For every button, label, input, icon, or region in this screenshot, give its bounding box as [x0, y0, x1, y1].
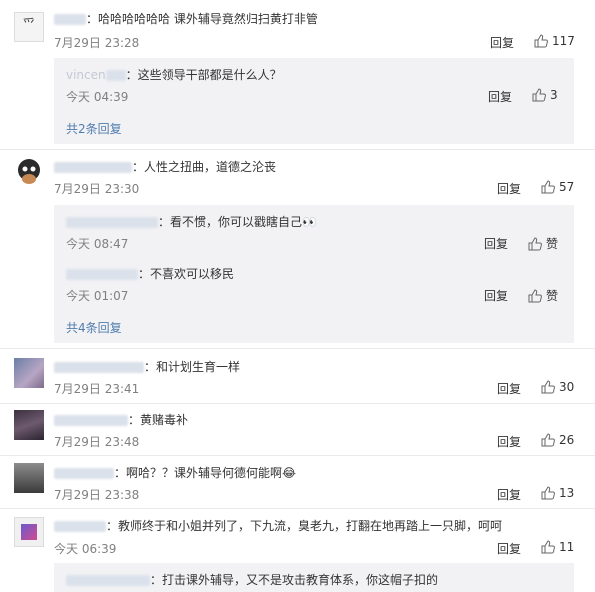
comment-5-time: 7月29日 23:38 — [54, 488, 140, 502]
like-button[interactable]: 13 — [541, 486, 574, 500]
like-button[interactable]: 赞 — [528, 235, 558, 252]
sub-comment-text: ：不喜欢可以移民 — [66, 265, 234, 282]
username-blurred[interactable] — [66, 269, 138, 280]
avatar[interactable] — [14, 463, 44, 493]
username-blurred[interactable] — [54, 415, 128, 426]
comment-2-time: 7月29日 23:30 — [54, 182, 140, 196]
thumbs-up-icon — [541, 433, 555, 447]
reply-button[interactable]: 回复 — [484, 287, 508, 304]
like-button[interactable]: 57 — [541, 180, 574, 194]
thumbs-up-icon — [528, 289, 542, 303]
reply-button[interactable]: 回复 — [488, 88, 512, 105]
thumbs-up-icon — [541, 380, 555, 394]
username-blurred[interactable]: vincen — [66, 68, 106, 82]
avatar[interactable]: 爫 — [14, 12, 44, 42]
thumbs-up-icon — [541, 540, 555, 554]
username-blurred[interactable] — [66, 575, 150, 586]
like-button[interactable]: 赞 — [528, 287, 558, 304]
username-blurred[interactable] — [54, 162, 132, 173]
divider — [0, 508, 595, 509]
username-blurred[interactable] — [66, 217, 158, 228]
reply-button[interactable]: 回复 — [490, 34, 514, 51]
reply-button[interactable]: 回复 — [497, 433, 521, 450]
divider — [0, 455, 595, 456]
expand-replies-link[interactable]: 共4条回复 — [66, 319, 122, 336]
sub-comment-text: vincen ：这些领导干部都是什么人？ — [66, 68, 282, 82]
username-blurred[interactable] — [54, 362, 144, 373]
comment-4-time: 7月29日 23:48 — [54, 435, 140, 449]
reply-button[interactable]: 回复 — [484, 235, 508, 252]
comment-1-time: 7月29日 23:28 — [54, 36, 140, 50]
like-button[interactable]: 30 — [541, 380, 574, 394]
comment-4-text: ：黄赌毒补 — [54, 411, 188, 428]
sub-comment-time: 今天 08:47 — [66, 237, 129, 251]
divider — [0, 348, 595, 349]
avatar[interactable] — [14, 410, 44, 440]
expand-replies-link[interactable]: 共2条回复 — [66, 120, 122, 137]
comment-5-text: ：啊哈？？课外辅导何德何能啊😂 — [54, 464, 296, 481]
divider — [0, 403, 595, 404]
comment-2-text: ：人性之扭曲，道德之沦丧 — [54, 158, 276, 175]
comment-3-text: ：和计划生育一样 — [54, 358, 240, 375]
reply-button[interactable]: 回复 — [497, 540, 521, 557]
avatar[interactable] — [14, 517, 44, 547]
sub-comments: vincen ：这些领导干部都是什么人？ 今天 04:39 回复 3 共2条回复 — [54, 58, 574, 144]
username-blurred[interactable] — [54, 14, 86, 25]
reply-button[interactable]: 回复 — [497, 486, 521, 503]
like-button[interactable]: 117 — [534, 34, 575, 48]
sub-comments: ：看不惯，你可以戳瞎自己👀 今天 08:47 回复 赞 ：不喜欢可以移民 今天 … — [54, 205, 574, 343]
thumbs-up-icon — [532, 88, 546, 102]
sub-comment-text: ：打击课外辅导，又不是攻击教育体系，你这帽子扣的 — [66, 571, 438, 588]
sub-comment-text: ：看不惯，你可以戳瞎自己👀 — [66, 213, 317, 230]
comment-6-text: ：教师终于和小姐并列了，下九流，臭老九，打翻在地再踏上一只脚，呵呵 — [54, 517, 502, 534]
comment-6-time: 今天 06:39 — [54, 542, 117, 556]
divider — [0, 149, 595, 150]
username-blurred[interactable] — [54, 468, 114, 479]
avatar[interactable] — [14, 358, 44, 388]
like-button[interactable]: 26 — [541, 433, 574, 447]
thumbs-up-icon — [528, 237, 542, 251]
like-button[interactable]: 3 — [532, 88, 558, 102]
thumbs-up-icon — [534, 34, 548, 48]
username-blurred[interactable] — [54, 521, 106, 532]
comment-1-text: ：哈哈哈哈哈哈 课外辅导竟然归扫黄打非管 — [54, 10, 318, 27]
like-button[interactable]: 11 — [541, 540, 574, 554]
sub-comments: ：打击课外辅导，又不是攻击教育体系，你这帽子扣的 — [54, 563, 574, 592]
avatar[interactable] — [14, 157, 44, 187]
thumbs-up-icon — [541, 180, 555, 194]
thumbs-up-icon — [541, 486, 555, 500]
sub-comment-time: 今天 01:07 — [66, 289, 129, 303]
reply-button[interactable]: 回复 — [497, 180, 521, 197]
reply-button[interactable]: 回复 — [497, 380, 521, 397]
sub-comment-time: 今天 04:39 — [66, 90, 129, 104]
comment-3-time: 7月29日 23:41 — [54, 382, 140, 396]
